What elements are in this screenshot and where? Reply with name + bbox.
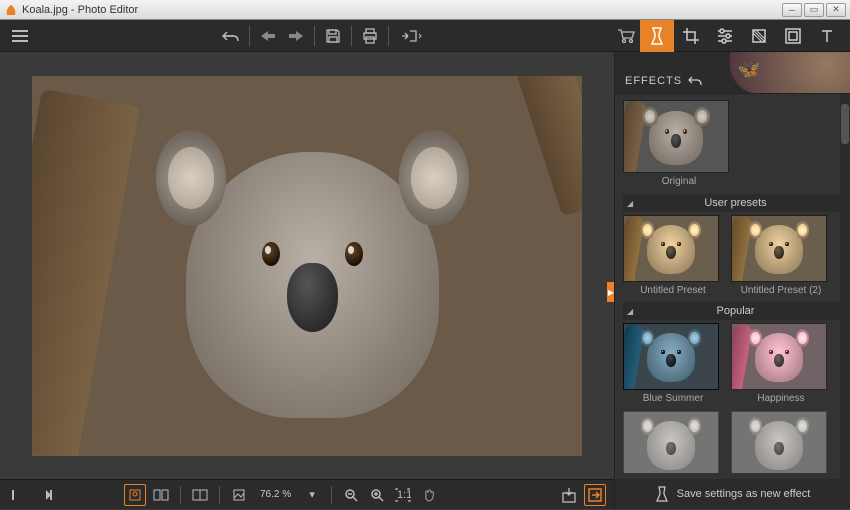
zoom-in-button[interactable] (366, 484, 388, 506)
compare-view-button[interactable] (150, 484, 172, 506)
right-tool-tabs (640, 20, 844, 52)
cart-button[interactable] (612, 23, 640, 49)
preset-untitled-2[interactable] (731, 215, 827, 282)
import-button[interactable] (558, 484, 580, 506)
menu-button[interactable] (6, 23, 34, 49)
main-area: ▶ 🦋 EFFECTS Original ◢User presets (0, 52, 850, 479)
preset-label: Happiness (731, 390, 831, 407)
close-button[interactable]: ✕ (826, 3, 846, 17)
frames-tab[interactable] (776, 20, 810, 52)
zoom-dropdown[interactable]: ▾ (301, 484, 323, 506)
effects-panel: 🦋 EFFECTS Original ◢User presets (614, 52, 850, 479)
save-as-effect-button[interactable]: Save settings as new effect (614, 479, 850, 509)
split-view-button[interactable] (189, 484, 211, 506)
reset-effects-button[interactable] (688, 75, 702, 87)
prev-image-button[interactable] (8, 484, 30, 506)
maximize-button[interactable]: ▭ (804, 3, 824, 17)
text-tab[interactable] (810, 20, 844, 52)
zoom-100-button[interactable]: 1:1 (392, 484, 414, 506)
effects-tab[interactable] (640, 20, 674, 52)
svg-text:1:1: 1:1 (397, 489, 411, 501)
export-button[interactable] (393, 23, 429, 49)
preset-blue-summer[interactable] (623, 323, 719, 390)
next-image-button[interactable] (34, 484, 56, 506)
preset-untitled-1[interactable] (623, 215, 719, 282)
back-button[interactable] (254, 23, 282, 49)
preset-label: Untitled Preset (2) (731, 282, 831, 299)
preset-original[interactable] (623, 100, 729, 173)
undo-button[interactable] (217, 23, 245, 49)
minimize-button[interactable]: ─ (782, 3, 802, 17)
expand-panel-arrow[interactable]: ▶ (607, 282, 614, 302)
single-view-button[interactable] (124, 484, 146, 506)
crop-tab[interactable] (674, 20, 708, 52)
retouch-tab[interactable] (742, 20, 776, 52)
zoom-out-button[interactable] (340, 484, 362, 506)
save-button[interactable] (319, 23, 347, 49)
preset-more-2[interactable] (731, 411, 827, 473)
preset-happiness[interactable] (731, 323, 827, 390)
app-logo (4, 3, 18, 17)
forward-button[interactable] (282, 23, 310, 49)
pan-button[interactable] (418, 484, 440, 506)
section-user-presets[interactable]: ◢User presets (623, 194, 848, 212)
section-popular[interactable]: ◢Popular (623, 302, 848, 320)
presets-area: Original ◢User presets Untitled Preset U… (615, 94, 850, 479)
preset-label: Untitled Preset (623, 282, 723, 299)
fit-view-button[interactable] (228, 484, 250, 506)
preset-label: Blue Summer (623, 390, 723, 407)
preset-more-1[interactable] (623, 411, 719, 473)
adjust-tab[interactable] (708, 20, 742, 52)
zoom-level: 76.2 % (254, 489, 297, 500)
panel-title: EFFECTS (625, 75, 682, 87)
canvas-area[interactable]: ▶ (0, 52, 614, 479)
scrollbar-thumb[interactable] (841, 104, 849, 144)
scrollbar[interactable] (840, 94, 850, 479)
print-button[interactable] (356, 23, 384, 49)
butterfly-icon: 🦋 (738, 60, 760, 81)
main-toolbar (0, 20, 850, 52)
window-title: Koala.jpg - Photo Editor (22, 4, 782, 16)
photo-canvas (32, 76, 582, 456)
titlebar: Koala.jpg - Photo Editor ─ ▭ ✕ (0, 0, 850, 20)
panel-header: 🦋 EFFECTS (615, 52, 850, 94)
apply-button[interactable] (584, 484, 606, 506)
preset-label: Original (623, 173, 735, 190)
bottom-toolbar: 76.2 % ▾ 1:1 (0, 479, 614, 509)
